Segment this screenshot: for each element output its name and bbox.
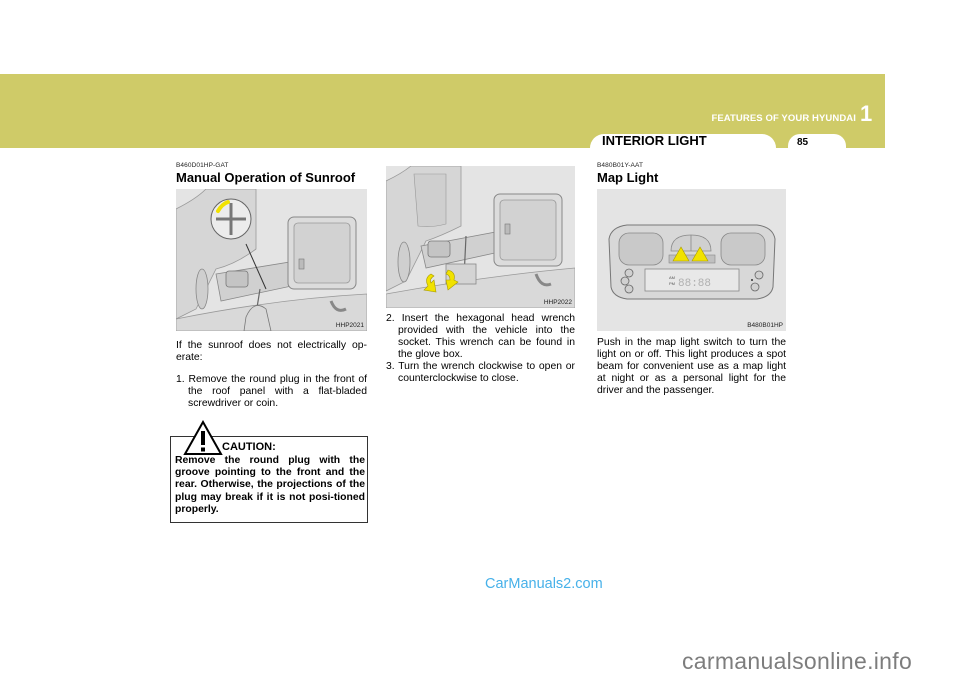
step-item: 3. Turn the wrench clockwise to open or … [386,361,575,384]
section-heading: Map Light [597,170,659,185]
page-number: 85 [797,137,809,148]
wrench-figure: HHP2022 [386,166,575,308]
clock-digits: 88:88 [678,278,711,290]
sunroof-plug-illustration [176,189,367,331]
section-heading: Manual Operation of Sunroof [176,170,356,185]
steps-list: 2. Insert the hexagonal head wrench prov… [386,313,575,385]
section-title: INTERIOR LIGHT [602,133,707,148]
warning-triangle-icon [183,420,223,455]
figure-label: HHP2022 [543,299,572,306]
figure-label: HHP2021 [335,322,364,329]
steps-list: 1. Remove the round plug in the front of… [176,374,367,410]
left-column: B460D01HP-GAT Manual Operation of Sunroo… [176,162,367,410]
watermark-carmanualsonline[interactable]: carmanualsonline.info [682,648,912,675]
map-light-description: Push in the map light switch to turn the… [597,337,786,396]
step-item: 2. Insert the hexagonal head wrench prov… [386,313,575,360]
map-light-illustration: AM PM 88:88 [597,189,786,331]
watermark-carmanuals2[interactable]: CarManuals2.com [485,576,603,592]
clock-am-label: AM [669,275,675,280]
wrench-illustration [386,166,575,308]
right-column: B480B01Y-AAT Map Light AM PM 88:88 B480B… [597,162,786,397]
caution-title: CAUTION: [222,441,276,453]
section-code: B480B01Y-AAT [597,162,644,169]
chapter-title: FEATURES OF YOUR HYUNDAI [711,113,856,124]
chapter-number: 1 [860,101,873,126]
map-light-figure: AM PM 88:88 B480B01HP [597,189,786,331]
clock-pm-label: PM [669,281,675,286]
middle-column: HHP2022 2. Insert the hexagonal head wre… [386,166,575,385]
sunroof-plug-figure: HHP2021 [176,189,367,331]
caution-text: Remove the round plug with the groove po… [175,455,365,515]
section-code: B460D01HP-GAT [176,162,229,169]
intro-text: If the sunroof does not electrically op-… [176,340,367,363]
figure-label: B480B01HP [747,322,783,329]
step-item: 1. Remove the round plug in the front of… [176,374,367,409]
